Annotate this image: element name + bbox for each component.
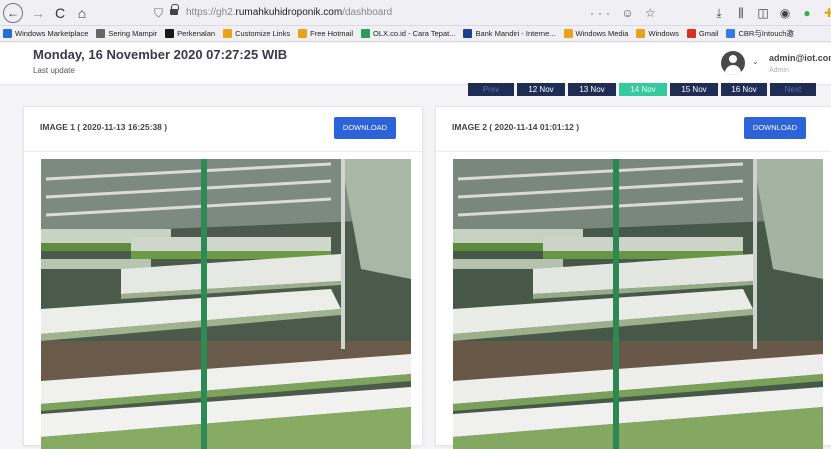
bookmark-favicon-icon xyxy=(686,29,696,38)
greenhouse-photo xyxy=(453,159,823,449)
shield-icon: ⛉ xyxy=(154,6,164,20)
bookmark-label: OLX.co.id - Cara Tepat... xyxy=(373,29,456,38)
pager-prev-button[interactable]: Prev xyxy=(468,83,514,96)
pager-day-button-active[interactable]: 14 Nov xyxy=(619,83,667,96)
bookmark-label: CBR与Intouch邀 xyxy=(738,29,794,38)
bookmark-item[interactable]: OLX.co.id - Cara Tepat... xyxy=(361,29,455,38)
image-title: IMAGE 2 ( 2020-11-14 01:01:12 ) xyxy=(452,122,580,132)
bookmark-favicon-icon xyxy=(223,29,233,38)
chevron-down-icon[interactable]: ⌄ xyxy=(752,57,759,66)
page-header: Monday, 16 November 2020 07:27:25 WIB La… xyxy=(0,43,831,84)
bookmark-item[interactable]: Windows Media xyxy=(563,29,629,38)
bookmark-item[interactable]: Windows xyxy=(636,29,679,38)
pager-day-button[interactable]: 15 Nov xyxy=(670,83,718,96)
library-icon[interactable]: ⫼ xyxy=(734,6,748,21)
bookmark-label: Free Hotmail xyxy=(310,29,354,38)
last-update-label: Last update xyxy=(33,66,75,75)
bookmark-item[interactable]: Windows Marketplace xyxy=(3,29,88,38)
bookmark-favicon-icon xyxy=(298,29,308,38)
bookmark-item[interactable]: CBR与Intouch邀 xyxy=(726,28,794,39)
bookmark-item[interactable]: Sering Mampir xyxy=(96,29,157,38)
bookmark-item[interactable]: Perkenalan xyxy=(165,29,215,38)
card-divider xyxy=(436,151,831,152)
download-button[interactable]: DOWNLOAD xyxy=(744,117,806,139)
lock-icon xyxy=(170,4,179,17)
bookmark-item[interactable]: Bank Mandiri - Interne... xyxy=(463,29,556,38)
back-button[interactable]: ← xyxy=(3,3,23,23)
pager-day-button[interactable]: 12 Nov xyxy=(517,83,565,96)
bookmark-label: Gmail xyxy=(698,29,719,38)
card-divider xyxy=(24,151,422,152)
image-title: IMAGE 1 ( 2020-11-13 16:25:38 ) xyxy=(40,122,168,132)
bookmark-label: Sering Mampir xyxy=(108,29,158,38)
pager-day-button[interactable]: 16 Nov xyxy=(721,83,767,96)
reload-button[interactable]: C xyxy=(52,3,68,23)
bookmark-favicon-icon xyxy=(3,29,12,38)
image-card: IMAGE 2 ( 2020-11-14 01:01:12 ) DOWNLOAD xyxy=(435,106,831,449)
download-button[interactable]: DOWNLOAD xyxy=(334,117,396,139)
pager-next-button[interactable]: Next xyxy=(770,83,816,96)
page-datetime: Monday, 16 November 2020 07:27:25 WIB xyxy=(33,47,288,62)
bookmark-item[interactable]: Free Hotmail xyxy=(298,29,353,38)
bookmark-label: Perkenalan xyxy=(177,29,216,38)
user-email[interactable]: admin@iot.com xyxy=(769,53,831,63)
addon-icon[interactable]: ✚ xyxy=(822,6,831,20)
bookmark-favicon-icon xyxy=(463,29,473,38)
bookmark-item[interactable]: Customize Links xyxy=(223,29,290,38)
bookmark-favicon-icon xyxy=(361,29,371,38)
forward-button[interactable]: → xyxy=(30,3,46,23)
url-actions[interactable]: ··· ☺ ☆ xyxy=(590,3,660,23)
greenhouse-photo xyxy=(41,159,411,449)
image-card: IMAGE 1 ( 2020-11-13 16:25:38 ) DOWNLOAD xyxy=(23,106,423,449)
bookmark-favicon-icon xyxy=(726,29,736,38)
date-pager: Prev 12 Nov 13 Nov 14 Nov 15 Nov 16 Nov … xyxy=(468,83,816,96)
bookmark-favicon-icon xyxy=(636,29,646,38)
bookmark-favicon-icon xyxy=(563,29,573,38)
browser-toolbar: ← → C ⌂ ⛉ https://gh2.rumahkuhidroponik.… xyxy=(0,0,831,26)
download-icon[interactable]: ⤓ xyxy=(712,6,726,21)
bookmark-label: Customize Links xyxy=(235,29,291,38)
user-role: Admin xyxy=(769,67,789,74)
bookmark-favicon-icon xyxy=(96,29,106,38)
bookmark-item[interactable]: Gmail xyxy=(686,29,719,38)
bookmark-label: Bank Mandiri - Interne... xyxy=(475,29,556,38)
account-icon[interactable]: ◉ xyxy=(778,6,792,20)
toolbar-icons: ⤓ ⫼ ◫ ◉ ● ✚ xyxy=(712,3,831,23)
url-text[interactable]: https://gh2.rumahkuhidroponik.com/dashbo… xyxy=(186,3,392,23)
bookmarks-bar: Windows Marketplace Sering Mampir Perkenal… xyxy=(0,26,831,42)
home-button[interactable]: ⌂ xyxy=(74,3,90,23)
bookmark-label: Windows Marketplace xyxy=(15,29,89,38)
bookmark-favicon-icon xyxy=(165,29,175,38)
avatar[interactable] xyxy=(721,51,745,75)
bookmark-label: Windows xyxy=(648,29,679,38)
sidebar-icon[interactable]: ◫ xyxy=(756,6,770,20)
extension-icon[interactable]: ● xyxy=(800,6,814,20)
pager-day-button[interactable]: 13 Nov xyxy=(568,83,616,96)
bookmark-label: Windows Media xyxy=(575,29,629,38)
url-bar[interactable]: ⛉ https://gh2.rumahkuhidroponik.com/dash… xyxy=(150,3,660,23)
